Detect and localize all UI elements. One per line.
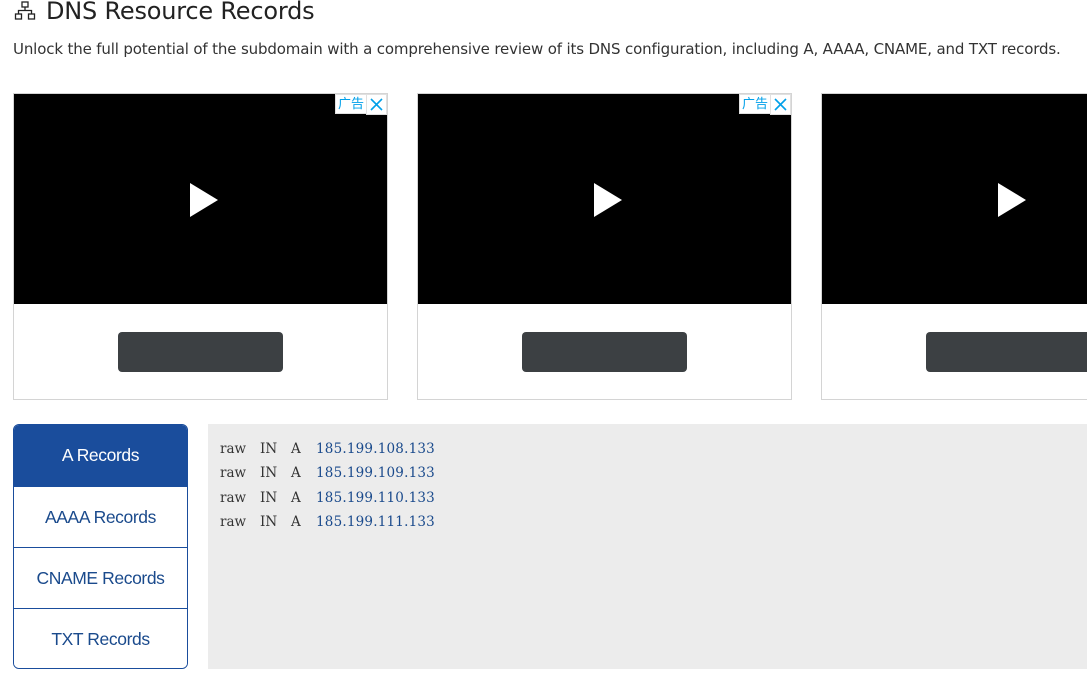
ad-video[interactable]: [822, 94, 1087, 304]
tab-aaaa-records[interactable]: AAAA Records: [14, 486, 187, 547]
ad-cta-button[interactable]: [926, 332, 1087, 372]
record-class: IN: [260, 465, 278, 481]
record-type: A: [291, 441, 301, 457]
play-icon[interactable]: [594, 183, 622, 217]
tab-txt-records[interactable]: TXT Records: [14, 608, 187, 668]
ad-card[interactable]: 广告: [417, 93, 792, 400]
close-icon[interactable]: [366, 94, 387, 115]
record-value: 185.199.109.133: [316, 465, 435, 481]
ad-badge: 广告: [334, 94, 387, 115]
record-name: raw: [220, 441, 247, 457]
record-class: IN: [260, 514, 278, 530]
record-class: IN: [260, 441, 278, 457]
ad-label: 广告: [334, 94, 366, 114]
section-description: Unlock the full potential of the subdoma…: [13, 40, 1061, 58]
record-row: raw IN A 185.199.111.133: [220, 514, 435, 530]
record-row: raw IN A 185.199.109.133: [220, 465, 435, 481]
ad-card[interactable]: [821, 93, 1087, 400]
record-value: 185.199.110.133: [316, 490, 435, 506]
record-class: IN: [260, 490, 278, 506]
sitemap-icon: [14, 1, 36, 20]
ad-cta-button[interactable]: [118, 332, 283, 372]
records-panel: raw IN A 185.199.108.133 raw IN A 185.199.109.…: [208, 424, 1087, 669]
ad-label: 广告: [738, 94, 770, 114]
ad-card[interactable]: 广告: [13, 93, 388, 400]
ad-video[interactable]: 广告: [14, 94, 387, 304]
record-row: raw IN A 185.199.110.133: [220, 490, 435, 506]
section-heading: DNS Resource Records: [14, 0, 315, 30]
record-name: raw: [220, 514, 247, 530]
record-type-tabs: A Records AAAA Records CNAME Records TXT…: [13, 424, 188, 669]
record-name: raw: [220, 465, 247, 481]
ad-row: 广告 广告: [13, 93, 1087, 400]
ad-cta-button[interactable]: [522, 332, 687, 372]
record-type: A: [291, 465, 301, 481]
record-value: 185.199.111.133: [316, 514, 435, 530]
ad-video[interactable]: 广告: [418, 94, 791, 304]
page: DNS Resource Records Unlock the full pot…: [0, 0, 1087, 677]
section-title: DNS Resource Records: [46, 0, 315, 25]
record-type: A: [291, 514, 301, 530]
record-row: raw IN A 185.199.108.133: [220, 441, 435, 457]
record-value: 185.199.108.133: [316, 441, 435, 457]
record-type: A: [291, 490, 301, 506]
play-icon[interactable]: [998, 183, 1026, 217]
close-icon[interactable]: [770, 94, 791, 115]
tab-cname-records[interactable]: CNAME Records: [14, 547, 187, 608]
play-icon[interactable]: [190, 183, 218, 217]
tab-a-records[interactable]: A Records: [14, 425, 187, 486]
ad-badge: 广告: [738, 94, 791, 115]
record-name: raw: [220, 490, 247, 506]
